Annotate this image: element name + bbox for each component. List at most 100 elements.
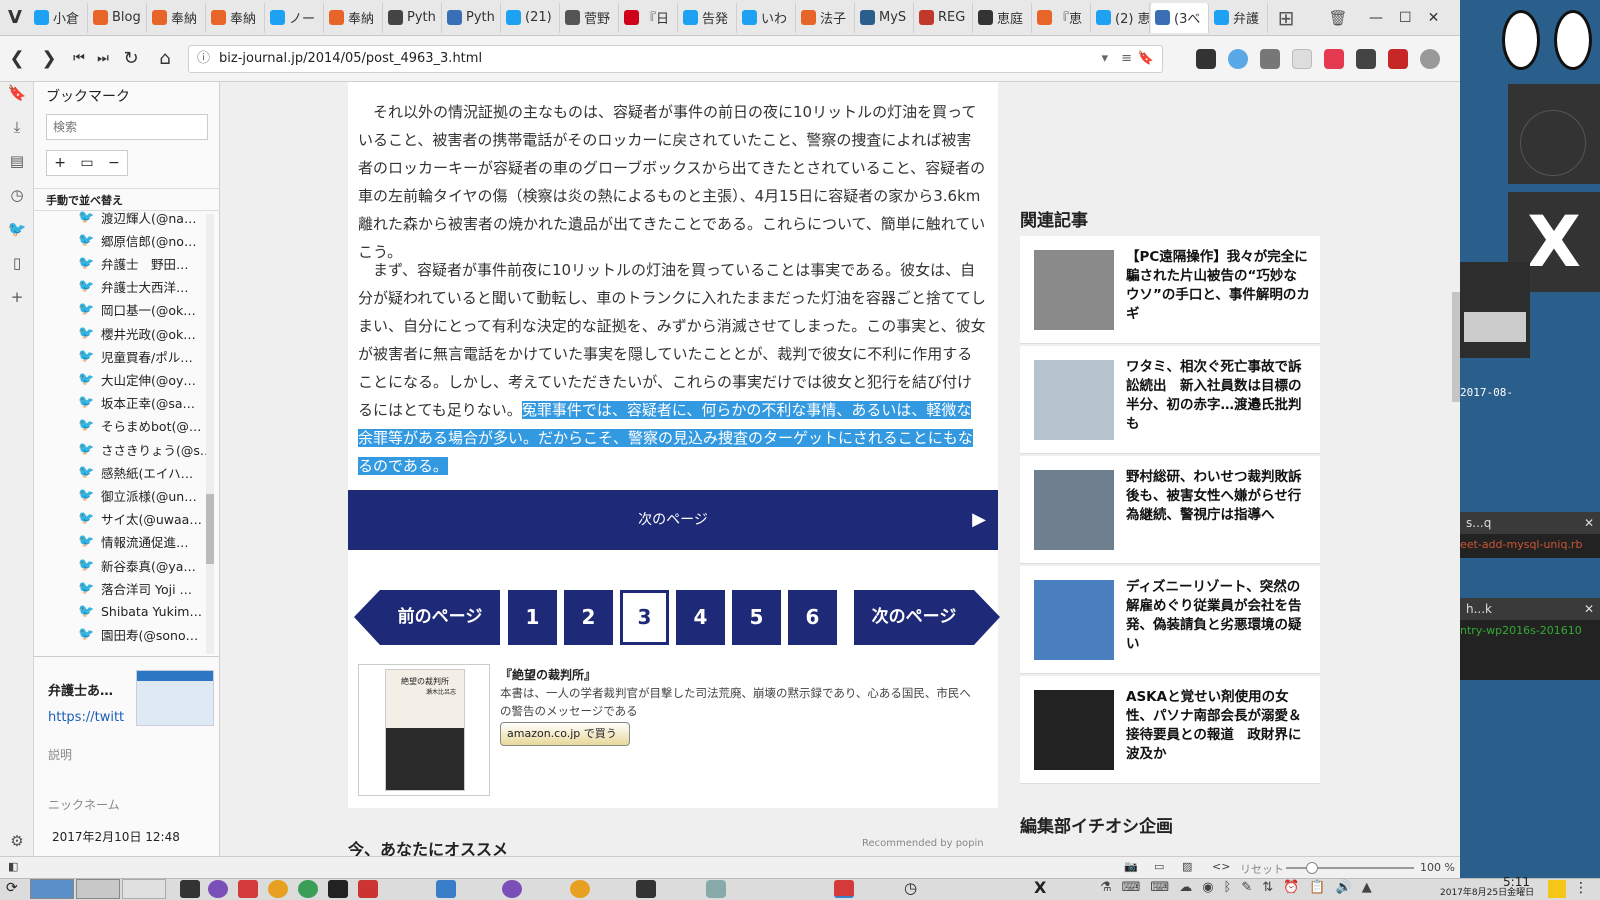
workspace-3[interactable] [122, 879, 166, 899]
app-task-icon[interactable] [298, 880, 318, 898]
tab-6[interactable]: Pyth [384, 2, 442, 33]
page-number-4[interactable]: 4 [676, 590, 725, 645]
history-panel-icon[interactable]: ◷ [7, 186, 27, 206]
clock-task-icon[interactable]: ◷ [904, 879, 917, 897]
close-window-icon[interactable]: ✕ [1428, 10, 1440, 26]
bookmark-item[interactable]: 🐦 弁護士 野田… [78, 252, 189, 274]
bookmark-item[interactable]: 🐦 弁護士大西洋… [78, 276, 189, 298]
trash-icon[interactable]: 🗑 [1327, 7, 1349, 29]
clock[interactable]: 5:11 2017年8月25日金曜日 [1440, 876, 1534, 899]
page-number-1[interactable]: 1 [508, 590, 557, 645]
bookmark-item[interactable]: 🐦 坂本正幸(@sa… [78, 392, 195, 414]
capture-icon[interactable]: 📷 [1124, 860, 1138, 873]
app3-task-icon[interactable] [358, 880, 378, 898]
bookmark-item[interactable]: 🐦 岡口基一(@ok… [78, 299, 196, 321]
add-folder-icon[interactable]: ▭ [80, 155, 93, 171]
bookmark-item[interactable]: 🐦 児童買春/ポル… [78, 345, 193, 367]
next-page-bar[interactable]: 次のページ ▶ [348, 490, 998, 550]
vivaldi2-task-icon[interactable] [834, 880, 854, 898]
bookmark-item[interactable]: 🐦 感熱紙(エイハ… [78, 461, 193, 483]
tab-9[interactable]: 菅野 [561, 2, 619, 33]
bluetooth-icon[interactable]: ᛒ [1224, 880, 1232, 895]
bookmark-item[interactable]: 🐦 Shibata Yukim… [78, 600, 202, 622]
tab-12[interactable]: いわ [738, 2, 796, 33]
tab-16[interactable]: 恵庭 [974, 2, 1032, 33]
add-bookmark-icon[interactable]: + [54, 155, 66, 171]
keyboard-icon[interactable]: ⌨ [1122, 880, 1141, 895]
bookmark-search-input[interactable] [46, 114, 208, 140]
tab-14[interactable]: MyS [856, 2, 914, 33]
download-panel-icon[interactable]: ⤓ [7, 118, 27, 138]
terminal-window-2[interactable]: h...k ✕ ntry-wp2016s-201610 [1460, 598, 1600, 680]
images-icon[interactable]: ▨ [1182, 860, 1192, 873]
pocket-icon[interactable] [1324, 49, 1344, 69]
bookmark-item[interactable]: 🐦 郷原信郎(@no… [78, 229, 196, 251]
bookmark-item[interactable]: 🐦 サイ太(@uwaa… [78, 508, 202, 530]
chrome-tray-icon[interactable]: ◉ [1202, 880, 1213, 895]
tab-4[interactable]: ノー [266, 2, 324, 33]
clipboard-icon[interactable]: 📋 [1309, 880, 1325, 895]
emacs-task-icon[interactable] [208, 880, 228, 898]
maximize-icon[interactable]: ☐ [1399, 10, 1412, 26]
extension-icon-2[interactable] [1228, 49, 1248, 69]
fastforward-icon[interactable]: ⏭ [92, 48, 114, 70]
related-article[interactable]: ディズニーリゾート、突然の解雇めぐり従業員が会社を告発、偽装請負と劣悪環境の疑い [1020, 566, 1320, 674]
tab-19[interactable]: (3べ [1151, 2, 1209, 33]
tab-8[interactable]: (21) [502, 2, 560, 33]
tray-menu-icon[interactable]: ⋮ [1574, 880, 1588, 896]
launcher-icon[interactable]: ⟳ [6, 880, 18, 896]
prev-page-label[interactable]: 前のページ [380, 590, 500, 645]
bookmark-item[interactable]: 🐦 御立派様(@un… [78, 484, 197, 506]
url-input[interactable]: ⓘ biz-journal.jp/2014/05/post_4963_3.htm… [188, 45, 1163, 73]
reload-icon[interactable]: ↻ [120, 48, 142, 70]
tab-13[interactable]: 法子 [797, 2, 855, 33]
chrome-task-icon[interactable] [268, 880, 288, 898]
tab-18[interactable]: (2) 恵 [1092, 2, 1150, 33]
extension-icon-7[interactable] [1388, 49, 1408, 69]
tray-expand-icon[interactable]: ▲ [1362, 880, 1372, 895]
next-page-button-label[interactable]: 次のページ [854, 590, 974, 645]
vivaldi-task-icon[interactable] [238, 880, 258, 898]
related-article[interactable]: 【PC遠隔操作】我々が完全に騙された片山被告の“巧妙なウソ”の手口と、事件解明の… [1020, 236, 1320, 344]
recommend-by[interactable]: Recommended by popin [862, 838, 984, 849]
tab-0[interactable]: 小倉 [30, 2, 88, 33]
bookmark-detail-url[interactable]: https://twitt [48, 710, 124, 725]
bookmark-item[interactable]: 🐦 園田寿(@sono… [78, 624, 198, 646]
bookmark-item[interactable]: 🐦 新谷泰真(@ya… [78, 554, 196, 576]
network-icon[interactable]: ⇅ [1262, 880, 1273, 895]
bookmark-item[interactable]: 🐦 情報流通促進… [78, 531, 189, 553]
page-number-5[interactable]: 5 [732, 590, 781, 645]
terminal2-task-icon[interactable] [636, 880, 656, 898]
rewind-icon[interactable]: ⏮ [68, 48, 90, 70]
bookmark-item[interactable]: 🐦 渡辺輝人(@na… [78, 206, 196, 228]
tab-3[interactable]: 奉納 [207, 2, 265, 33]
zoom-level[interactable]: 100 % [1420, 861, 1455, 874]
workspace-2[interactable] [76, 879, 120, 899]
page-number-6[interactable]: 6 [788, 590, 837, 645]
forward-icon[interactable]: ❯ [38, 48, 60, 70]
volume-icon[interactable]: 🔊 [1336, 880, 1352, 895]
url-dropdown-icon[interactable]: ▾ [1101, 46, 1108, 72]
back-icon[interactable]: ❮ [6, 48, 28, 70]
app4-task-icon[interactable] [706, 880, 726, 898]
minimize-icon[interactable]: — [1369, 10, 1383, 26]
reader-icon[interactable]: ≡ [1121, 46, 1132, 72]
bookmark-item[interactable]: 🐦 そらまめbot(@… [78, 415, 201, 437]
page-number-2[interactable]: 2 [564, 590, 613, 645]
keyboard2-icon[interactable]: ⌨ [1150, 880, 1169, 895]
tile-icon[interactable]: ▭ [1154, 860, 1164, 873]
tab-5[interactable]: 奉納 [325, 2, 383, 33]
settings-icon[interactable]: ⚙ [7, 832, 27, 852]
bookmark-page-icon[interactable]: 🔖 [1138, 46, 1154, 72]
settings-extension-icon[interactable] [1420, 49, 1440, 69]
panel-toggle-icon[interactable]: ◧ [8, 860, 18, 873]
extension-icon-3[interactable] [1260, 49, 1280, 69]
workspace-1[interactable] [30, 879, 74, 899]
bookmark-scrollbar[interactable] [206, 214, 214, 654]
book-cover-frame[interactable]: 絶望の裁判所 瀬木比呂志 [358, 664, 490, 796]
terminal-window-1[interactable]: s...q ✕ eet-add-mysql-uniq.rb [1460, 512, 1600, 558]
emacs2-task-icon[interactable] [502, 880, 522, 898]
extension-icon-6[interactable] [1356, 49, 1376, 69]
tab-17[interactable]: 『恵 [1033, 2, 1091, 33]
terminal-task-icon[interactable] [180, 880, 200, 898]
